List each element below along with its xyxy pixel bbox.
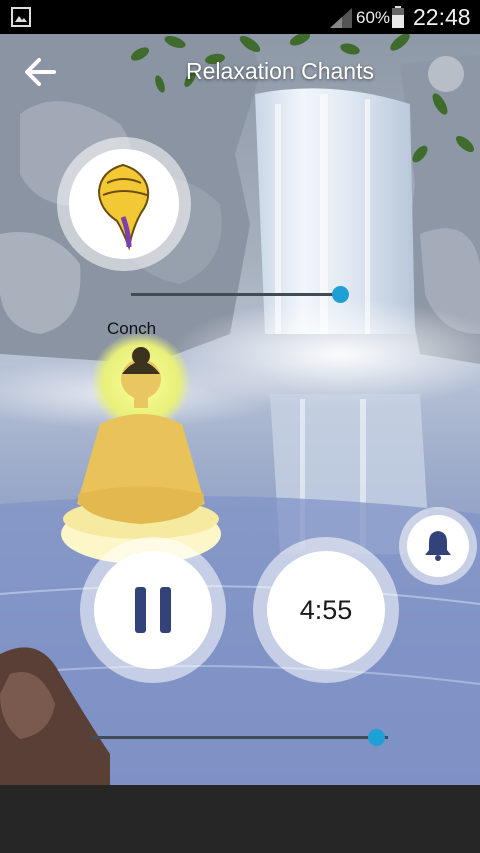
conch-shell-icon bbox=[97, 163, 150, 251]
timer-display: 4:55 bbox=[299, 595, 353, 625]
sound-select-button[interactable] bbox=[57, 137, 191, 271]
bell-icon bbox=[425, 531, 451, 561]
gallery-notification-icon bbox=[11, 7, 31, 27]
master-volume-slider[interactable] bbox=[91, 729, 388, 746]
play-pause-button[interactable] bbox=[80, 537, 226, 683]
alarm-button[interactable] bbox=[399, 507, 477, 585]
timer-button[interactable]: 4:55 bbox=[253, 537, 399, 683]
signal-icon bbox=[330, 8, 352, 28]
page-title: Relaxation Chants bbox=[186, 58, 374, 84]
sound-volume-slider[interactable] bbox=[131, 286, 349, 303]
waterfall-scene-image bbox=[0, 34, 480, 785]
sound-name-label: Conch bbox=[107, 319, 157, 338]
master-volume-thumb[interactable] bbox=[368, 729, 385, 746]
pause-icon bbox=[135, 587, 171, 633]
status-bar: 60% 22:48 bbox=[0, 0, 480, 34]
battery-icon bbox=[392, 6, 404, 28]
sound-volume-thumb[interactable] bbox=[332, 286, 349, 303]
waterfall-background bbox=[0, 34, 480, 785]
clock: 22:48 bbox=[413, 4, 471, 30]
battery-percent: 60% bbox=[356, 8, 391, 27]
system-navigation-bar bbox=[0, 785, 480, 853]
